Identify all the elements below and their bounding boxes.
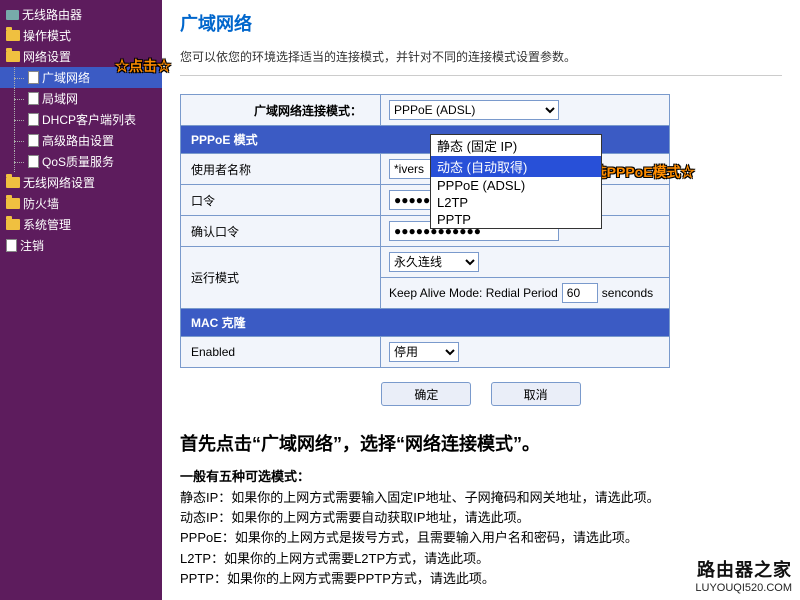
nav-label: DHCP客户端列表 — [42, 111, 136, 128]
mac-enabled-select[interactable]: 停用 — [389, 342, 459, 362]
tree-root[interactable]: 无线路由器 — [0, 4, 162, 25]
nav-label: 防火墙 — [23, 195, 59, 212]
instructions: 首先点击“广域网络”，选择“网络连接模式”。 一般有五种可选模式： 静态IP：如… — [180, 430, 782, 588]
router-icon — [6, 10, 19, 20]
instructions-heading: 首先点击“广域网络”，选择“网络连接模式”。 — [180, 430, 782, 456]
ok-button[interactable]: 确定 — [381, 382, 471, 406]
username-label: 使用者名称 — [181, 154, 381, 185]
instructions-line: PPTP：如果你的上网方式需要PPTP方式，请选此项。 — [180, 570, 782, 588]
runmode-label: 运行模式 — [181, 247, 381, 309]
nav-label: 无线网络设置 — [23, 174, 95, 191]
nav-label: 局域网 — [42, 90, 78, 107]
page-title: 广域网络 — [180, 10, 782, 36]
nav-label: 系统管理 — [23, 216, 71, 233]
watermark-line1: 路由器之家 — [695, 556, 792, 582]
conn-mode-dropdown: 静态 (固定 IP) 动态 (自动取得) PPPoE (ADSL) L2TP P… — [430, 134, 602, 229]
mac-enabled-label: Enabled — [181, 337, 381, 368]
nav-label: 广域网络 — [42, 69, 90, 86]
folder-icon — [6, 51, 20, 62]
root-label: 无线路由器 — [22, 6, 82, 23]
nav-lan[interactable]: 局域网 — [0, 88, 162, 109]
nav-firewall[interactable]: 防火墙 — [0, 193, 162, 214]
nav-advanced-routing[interactable]: 高级路由设置 — [0, 130, 162, 151]
page-desc: 您可以依您的环境选择适当的连接模式，并针对不同的连接模式设置参数。 — [180, 48, 782, 65]
keepalive-input[interactable] — [562, 283, 598, 303]
section-mac: MAC 克隆 — [181, 309, 670, 337]
nav-operation-mode[interactable]: 操作模式 — [0, 25, 162, 46]
keepalive-prefix: Keep Alive Mode: Redial Period — [389, 286, 558, 300]
content-area: 广域网络 您可以依您的环境选择适当的连接模式，并针对不同的连接模式设置参数。 广… — [162, 0, 800, 600]
instructions-line: PPPoE：如果你的上网方式是拨号方式，且需要输入用户名和密码，请选此项。 — [180, 529, 782, 547]
instructions-sub: 一般有五种可选模式： — [180, 466, 782, 485]
sidebar: 无线路由器 操作模式 网络设置 广域网络 局域网 DHCP客户端列表 高级路由设… — [0, 0, 162, 600]
nav-qos[interactable]: QoS质量服务 — [0, 151, 162, 172]
nav-label: QoS质量服务 — [42, 153, 114, 170]
password-label: 口令 — [181, 185, 381, 216]
nav-label: 操作模式 — [23, 27, 71, 44]
instructions-line: 动态IP：如果你的上网方式需要自动获取IP地址，请选此项。 — [180, 509, 782, 527]
nav-logout[interactable]: 注销 — [0, 235, 162, 256]
conn-mode-label: 广域网络连接模式： — [181, 95, 381, 126]
dropdown-option-pppoe[interactable]: PPPoE (ADSL) — [431, 177, 601, 194]
nav-label: 高级路由设置 — [42, 132, 114, 149]
nav-wireless[interactable]: 无线网络设置 — [0, 172, 162, 193]
conn-mode-select[interactable]: PPPoE (ADSL) — [389, 100, 559, 120]
dropdown-option-static[interactable]: 静态 (固定 IP) — [431, 135, 601, 156]
page-icon — [28, 71, 39, 84]
watermark: 路由器之家 LUYOUQI520.COM — [695, 556, 792, 594]
nav-label: 网络设置 — [23, 48, 71, 65]
cancel-button[interactable]: 取消 — [491, 382, 581, 406]
watermark-line2: LUYOUQI520.COM — [695, 582, 792, 594]
keepalive-suffix: senconds — [602, 286, 653, 300]
folder-icon — [6, 30, 20, 41]
confirm-label: 确认口令 — [181, 216, 381, 247]
page-icon — [28, 113, 39, 126]
dropdown-option-pptp[interactable]: PPTP — [431, 211, 601, 228]
instructions-line: L2TP：如果你的上网方式需要L2TP方式，请选此项。 — [180, 550, 782, 568]
page-icon — [6, 239, 17, 252]
nav-dhcp-clients[interactable]: DHCP客户端列表 — [0, 109, 162, 130]
dropdown-option-l2tp[interactable]: L2TP — [431, 194, 601, 211]
divider — [180, 75, 782, 76]
nav-label: 注销 — [20, 237, 44, 254]
folder-icon — [6, 219, 20, 230]
folder-icon — [6, 198, 20, 209]
annotation-click: ☆点击☆ — [115, 56, 171, 76]
folder-icon — [6, 177, 20, 188]
page-icon — [28, 92, 39, 105]
page-icon — [28, 134, 39, 147]
runmode-select[interactable]: 永久连线 — [389, 252, 479, 272]
nav-system[interactable]: 系统管理 — [0, 214, 162, 235]
dropdown-option-dynamic[interactable]: 动态 (自动取得) — [431, 156, 601, 177]
page-icon — [28, 155, 39, 168]
instructions-line: 静态IP：如果你的上网方式需要输入固定IP地址、子网掩码和网关地址，请选此项。 — [180, 489, 782, 507]
